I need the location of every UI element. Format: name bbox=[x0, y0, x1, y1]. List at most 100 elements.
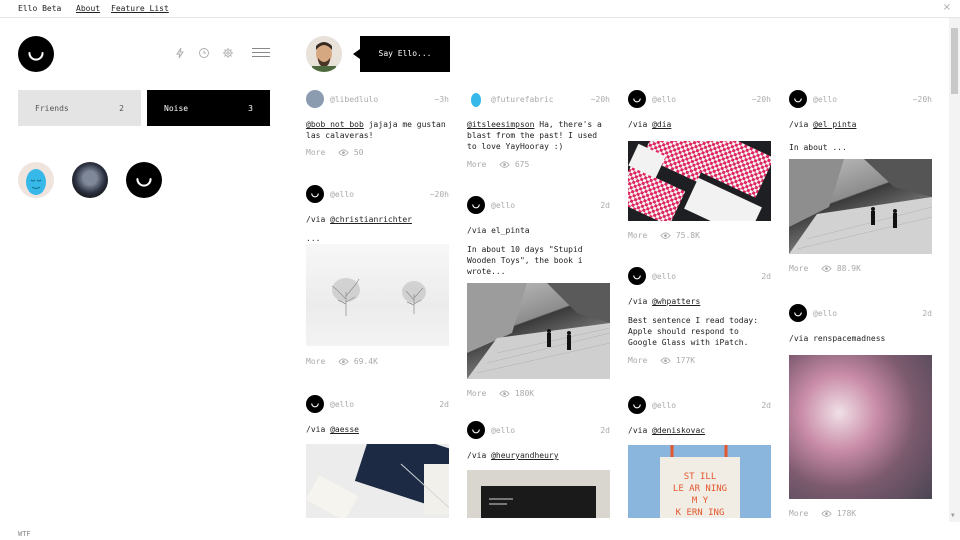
mention-link[interactable]: @itsleesimpson bbox=[467, 120, 534, 129]
clock-icon[interactable] bbox=[198, 47, 210, 59]
view-count: 75.8K bbox=[675, 231, 700, 240]
post-via: /via el_pinta bbox=[467, 226, 530, 235]
scroll-thumb[interactable] bbox=[951, 28, 958, 94]
friend-avatar[interactable] bbox=[126, 162, 162, 198]
mention-link[interactable]: @dia bbox=[652, 120, 671, 129]
top-bar: Ello Beta About Feature List × bbox=[0, 0, 960, 18]
post-time: ~20h bbox=[429, 190, 449, 199]
avatar[interactable] bbox=[789, 304, 807, 322]
scroll-down-icon[interactable]: ▼ bbox=[951, 512, 955, 519]
post-username[interactable]: @libedlulo bbox=[330, 95, 378, 104]
scrollbar[interactable]: ▼ bbox=[949, 18, 960, 522]
mention-link[interactable]: @whpatters bbox=[652, 297, 700, 306]
post: @ello ~20h /via @el_pinta In about ... M… bbox=[789, 90, 932, 274]
svg-text:LE AR NING: LE AR NING bbox=[673, 484, 727, 494]
tab-noise[interactable]: Noise 3 bbox=[147, 90, 270, 126]
post-time: 2d bbox=[761, 401, 771, 410]
mention-link[interactable]: @el_pinta bbox=[813, 120, 856, 129]
view-count: 675 bbox=[514, 160, 530, 169]
post-text: ... bbox=[306, 234, 321, 243]
post-time: ~20h bbox=[751, 95, 771, 104]
post-body: /via @aesse bbox=[306, 425, 359, 434]
mention-link[interactable]: @deniskovac bbox=[652, 426, 705, 435]
about-link[interactable]: About bbox=[76, 4, 100, 13]
post-username[interactable]: @ello bbox=[652, 95, 676, 104]
avatar[interactable] bbox=[306, 90, 324, 108]
post-username[interactable]: @ello bbox=[813, 309, 837, 318]
hamburger-menu-icon[interactable] bbox=[252, 48, 270, 58]
post: @ello 2d /via @whpatters Best sentence I… bbox=[628, 267, 771, 366]
eye-icon bbox=[499, 161, 510, 168]
post: @futurefabric ~20h @itsleesimpson Ha, th… bbox=[467, 90, 610, 170]
post-username[interactable]: @ello bbox=[652, 401, 676, 410]
post-username[interactable]: @ello bbox=[330, 400, 354, 409]
post-image[interactable] bbox=[628, 141, 771, 221]
view-count: 180K bbox=[514, 389, 535, 398]
more-link[interactable]: More bbox=[628, 356, 660, 365]
post-username[interactable]: @futurefabric bbox=[491, 95, 554, 104]
post-time: ~20h bbox=[912, 95, 932, 104]
post-time: 2d bbox=[761, 272, 771, 281]
post-image[interactable] bbox=[306, 444, 449, 518]
avatar[interactable] bbox=[789, 90, 807, 108]
avatar[interactable] bbox=[467, 90, 485, 108]
more-link[interactable]: More bbox=[628, 231, 660, 240]
mention-link[interactable]: @aesse bbox=[330, 425, 359, 434]
svg-text:ST ILL: ST ILL bbox=[684, 472, 717, 482]
post-body: /via @deniskovac bbox=[628, 426, 706, 435]
post-image[interactable] bbox=[467, 470, 610, 518]
mention-link[interactable]: @christianrichter bbox=[330, 215, 412, 224]
post-time: ~3h bbox=[434, 95, 449, 104]
user-avatar[interactable] bbox=[306, 36, 342, 72]
feature-list-link[interactable]: Feature List bbox=[111, 4, 169, 13]
post-username[interactable]: @ello bbox=[491, 426, 515, 435]
more-link[interactable]: More bbox=[789, 509, 821, 518]
avatar[interactable] bbox=[628, 90, 646, 108]
post-body: @itsleesimpson Ha, there's a blast from … bbox=[467, 119, 610, 152]
tab-friends[interactable]: Friends 2 bbox=[18, 90, 141, 126]
avatar[interactable] bbox=[467, 421, 485, 439]
post-image[interactable] bbox=[789, 355, 932, 499]
friend-avatar[interactable] bbox=[18, 162, 54, 198]
view-count: 177K bbox=[675, 356, 696, 365]
avatar[interactable] bbox=[467, 196, 485, 214]
view-count: 178K bbox=[836, 509, 857, 518]
ello-logo[interactable] bbox=[18, 36, 54, 72]
mention-link[interactable]: @bob_not_bob bbox=[306, 120, 364, 129]
post-text: In about 10 days "Stupid Wooden Toys", t… bbox=[467, 245, 583, 276]
more-link[interactable]: More bbox=[467, 160, 499, 169]
eye-icon bbox=[821, 265, 832, 272]
tab-count: 2 bbox=[119, 104, 124, 113]
post-body: /via @heuryandheury bbox=[467, 451, 559, 460]
post-username[interactable]: @ello bbox=[491, 201, 515, 210]
post-image[interactable]: ST ILL LE AR NING M Y K ERN ING bbox=[628, 445, 771, 518]
wtf-link[interactable]: WTF bbox=[18, 530, 31, 538]
post-via: /via renspacemadness bbox=[789, 334, 886, 343]
post-image[interactable] bbox=[789, 159, 932, 254]
avatar[interactable] bbox=[628, 396, 646, 414]
avatar[interactable] bbox=[628, 267, 646, 285]
friend-avatar[interactable] bbox=[72, 162, 108, 198]
post-username[interactable]: @ello bbox=[652, 272, 676, 281]
post-username[interactable]: @ello bbox=[813, 95, 837, 104]
gear-icon[interactable] bbox=[222, 47, 234, 59]
post-image[interactable] bbox=[467, 283, 610, 379]
post-image[interactable] bbox=[306, 244, 449, 346]
mention-link[interactable]: @heuryandheury bbox=[491, 451, 558, 460]
svg-text:K ERN ING: K ERN ING bbox=[676, 508, 725, 518]
avatar[interactable] bbox=[306, 185, 324, 203]
more-link[interactable]: More bbox=[306, 148, 338, 157]
say-ello-button[interactable]: Say Ello... bbox=[353, 36, 450, 72]
brand-label: Ello Beta bbox=[18, 4, 62, 13]
more-link[interactable]: More bbox=[789, 264, 821, 273]
bolt-icon[interactable] bbox=[174, 47, 186, 59]
post-username[interactable]: @ello bbox=[330, 190, 354, 199]
view-count: 50 bbox=[353, 148, 364, 157]
post-time: 2d bbox=[439, 400, 449, 409]
more-link[interactable]: More bbox=[467, 389, 499, 398]
eye-icon bbox=[338, 358, 349, 365]
post-body: /via @el_pinta bbox=[789, 120, 857, 129]
more-link[interactable]: More bbox=[306, 357, 338, 366]
avatar[interactable] bbox=[306, 395, 324, 413]
close-icon[interactable]: × bbox=[943, 2, 951, 13]
